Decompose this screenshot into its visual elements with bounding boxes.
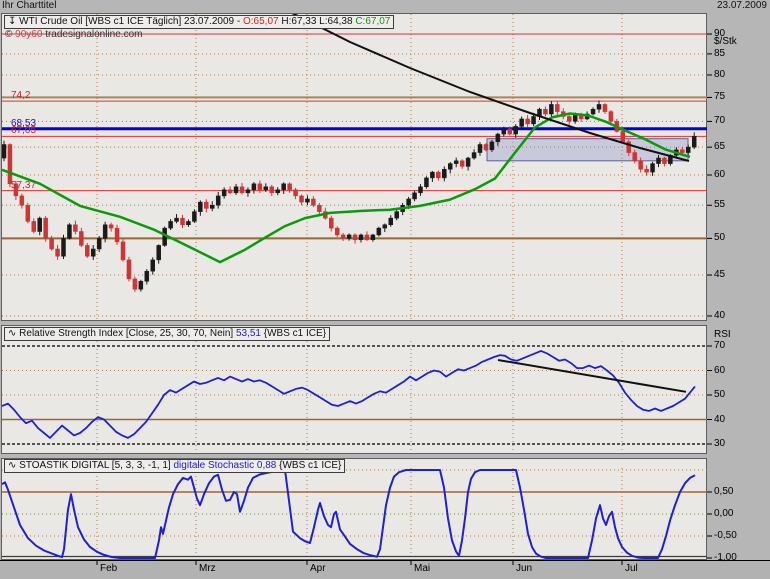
stochastic-title: STOASTIK DIGITAL [5, 3, 3, -1, 1] bbox=[19, 460, 171, 471]
stochastic-value: digitale Stochastic 0,88 bbox=[173, 460, 277, 471]
legend-date: 23.07.2009 - bbox=[184, 16, 241, 27]
panel-splitter[interactable] bbox=[1, 454, 707, 458]
stochastic-line[interactable] bbox=[2, 469, 696, 559]
indicator-icon: ∿ bbox=[8, 328, 17, 339]
rsi-trendline[interactable] bbox=[497, 358, 687, 393]
indicator-icon: ∿ bbox=[8, 460, 17, 471]
close-value: C:67,07 bbox=[355, 16, 391, 27]
rsi-value: 53,51 bbox=[235, 328, 261, 339]
instrument-name: WTI Crude Oil [WBS c1 ICE Täglich] bbox=[19, 16, 182, 27]
open-value: O:65,07 bbox=[242, 16, 279, 27]
titlebar-date: 23.07.2009 bbox=[716, 0, 767, 11]
rsi-title: Relative Strength Index [Close, 25, 30, … bbox=[19, 328, 234, 339]
stochastic-source: {WBS c1 ICE} bbox=[279, 460, 342, 471]
instrument-legend[interactable]: ↧ WTI Crude Oil [WBS c1 ICE Täglich] 23.… bbox=[4, 15, 395, 29]
rsi-line[interactable] bbox=[2, 350, 696, 439]
rsi-plot-layer bbox=[2, 341, 707, 453]
stochastic-legend[interactable]: ∿ STOASTIK DIGITAL [5, 3, 3, -1, 1] digi… bbox=[4, 459, 346, 473]
chart-graphics bbox=[2, 14, 712, 565]
rsi-source: {WBS c1 ICE} bbox=[263, 328, 327, 339]
price-plot-layer bbox=[2, 14, 707, 321]
instrument-icon: ↧ bbox=[8, 16, 17, 27]
watermark-user: 90y60 bbox=[15, 29, 43, 40]
panel-splitter[interactable] bbox=[1, 321, 707, 325]
high-value: H:67,33 bbox=[281, 16, 317, 27]
watermark-site: tradesignalonline.com bbox=[45, 29, 143, 40]
title-bar: Ihr Charttitel 23.07.2009 bbox=[0, 0, 770, 13]
page-title: Ihr Charttitel bbox=[2, 0, 57, 11]
low-value: L:64,38 bbox=[319, 16, 353, 27]
stoch-plot-layer bbox=[2, 468, 707, 559]
watermark: © 90y60 tradesignalonline.com bbox=[5, 29, 142, 40]
copyright-icon: © bbox=[5, 29, 13, 40]
rsi-legend[interactable]: ∿ Relative Strength Index [Close, 25, 30… bbox=[4, 327, 331, 341]
